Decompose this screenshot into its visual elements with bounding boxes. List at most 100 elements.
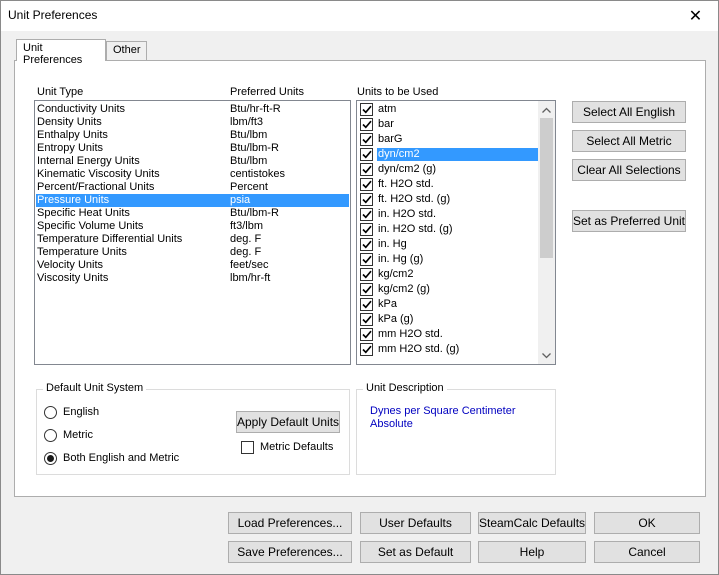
unit-checkbox[interactable] xyxy=(360,118,373,131)
unit-check-item[interactable]: kg/cm2 (g) xyxy=(360,282,539,297)
unit-checkbox[interactable] xyxy=(360,208,373,221)
unit-check-item[interactable]: kg/cm2 xyxy=(360,267,539,282)
unit-check-label: kg/cm2 (g) xyxy=(378,283,430,295)
set-preferred-unit-button[interactable]: Set as Preferred Unit xyxy=(572,210,686,232)
checkmark-icon xyxy=(361,300,372,309)
unit-check-item[interactable]: bar xyxy=(360,117,539,132)
unit-check-label: in. H2O std. xyxy=(378,208,437,220)
preferred-unit-value: lbm/hr-ft xyxy=(230,272,271,284)
close-button[interactable]: ✕ xyxy=(673,1,718,31)
tab-other[interactable]: Other xyxy=(106,41,147,61)
apply-default-units-button[interactable]: Apply Default Units xyxy=(236,411,340,433)
unit-check-label: ft. H2O std. (g) xyxy=(378,193,451,205)
default-unit-system-group: Default Unit System English Metric Both … xyxy=(36,382,350,475)
unit-type-list[interactable]: Conductivity Units Btu/hr-ft-R Density Uni… xyxy=(34,100,351,365)
checkmark-icon xyxy=(361,105,372,114)
unit-type-row[interactable]: Internal Energy Units Btu/lbm xyxy=(36,155,349,168)
load-preferences-button[interactable]: Load Preferences... xyxy=(228,512,352,534)
unit-type-row[interactable]: Kinematic Viscosity Units centistokes xyxy=(36,168,349,181)
preferred-unit-value: deg. F xyxy=(230,246,262,258)
checkmark-icon xyxy=(361,165,372,174)
unit-type-row[interactable]: Conductivity Units Btu/hr-ft-R xyxy=(36,103,349,116)
unit-check-item[interactable]: barG xyxy=(360,132,539,147)
set-as-default-button[interactable]: Set as Default xyxy=(360,541,471,563)
save-preferences-button[interactable]: Save Preferences... xyxy=(228,541,352,563)
unit-checkbox[interactable] xyxy=(360,148,373,161)
unit-check-label: kg/cm2 xyxy=(378,268,414,280)
preferred-unit-value: Btu/lbm xyxy=(230,129,268,141)
select-all-metric-button[interactable]: Select All Metric xyxy=(572,130,686,152)
preferred-unit-value: Btu/lbm-R xyxy=(230,142,279,154)
units-to-use-list[interactable]: mm H2O std. (g) mm H2O std. kPa (g) kPa kg/c… xyxy=(356,100,556,365)
unit-checkbox[interactable] xyxy=(360,343,373,356)
unit-checkbox[interactable] xyxy=(360,268,373,281)
select-all-english-button[interactable]: Select All English xyxy=(572,101,686,123)
unit-checkbox[interactable] xyxy=(360,283,373,296)
unit-type-row[interactable]: Temperature Differential Units deg. F xyxy=(36,233,349,246)
unit-check-item[interactable]: in. Hg xyxy=(360,237,539,252)
radio-english-label: English xyxy=(63,406,100,418)
unit-check-item[interactable]: atm xyxy=(360,102,539,117)
unit-type-row[interactable]: Enthalpy Units Btu/lbm xyxy=(36,129,349,142)
unit-checkbox[interactable] xyxy=(360,253,373,266)
unit-check-label: dyn/cm2 xyxy=(377,148,539,161)
unit-type-row[interactable]: Velocity Units feet/sec xyxy=(36,259,349,272)
unit-check-item[interactable]: dyn/cm2 (g) xyxy=(360,162,539,177)
unit-check-item[interactable]: kPa (g) xyxy=(360,312,539,327)
unit-type-row[interactable]: Temperature Units deg. F xyxy=(36,246,349,259)
unit-checkbox[interactable] xyxy=(360,193,373,206)
unit-check-item[interactable]: in. H2O std. (g) xyxy=(360,222,539,237)
user-defaults-button[interactable]: User Defaults xyxy=(360,512,471,534)
checkmark-icon xyxy=(361,330,372,339)
unit-check-label: in. H2O std. (g) xyxy=(378,223,453,235)
unit-check-item[interactable]: mm H2O std. (g) xyxy=(360,342,539,357)
unit-type-row[interactable]: Specific Heat Units Btu/lbm-R xyxy=(36,207,349,220)
metric-defaults-checkbox[interactable] xyxy=(241,441,254,454)
scroll-thumb[interactable] xyxy=(540,118,553,258)
unit-checkbox[interactable] xyxy=(360,238,373,251)
unit-check-item[interactable]: mm H2O std. xyxy=(360,327,539,342)
radio-english[interactable] xyxy=(44,406,57,419)
ok-button[interactable]: OK xyxy=(594,512,700,534)
radio-metric[interactable] xyxy=(44,429,57,442)
unit-check-item[interactable]: in. Hg (g) xyxy=(360,252,539,267)
unit-type-row[interactable]: Density Units lbm/ft3 xyxy=(36,116,349,129)
unit-type-row[interactable]: Percent/Fractional Units Percent xyxy=(36,181,349,194)
unit-check-item[interactable]: ft. H2O std. (g) xyxy=(360,192,539,207)
unit-checkbox[interactable] xyxy=(360,298,373,311)
unit-checkbox[interactable] xyxy=(360,178,373,191)
checkmark-icon xyxy=(361,210,372,219)
clear-all-selections-button[interactable]: Clear All Selections xyxy=(572,159,686,181)
unit-check-item[interactable]: dyn/cm2 xyxy=(360,147,539,162)
unit-checkbox[interactable] xyxy=(360,313,373,326)
scroll-down-icon[interactable] xyxy=(538,347,555,364)
unit-type-row[interactable]: Entropy Units Btu/lbm-R xyxy=(36,142,349,155)
unit-type-name: Temperature Differential Units xyxy=(37,233,183,245)
tab-unit-preferences[interactable]: Unit Preferences xyxy=(16,39,106,66)
unit-checkbox[interactable] xyxy=(360,328,373,341)
checkmark-icon xyxy=(361,345,372,354)
radio-selected-dot xyxy=(47,455,54,462)
unit-type-header: Unit Type xyxy=(37,86,84,98)
steamcalc-defaults-button[interactable]: SteamCalc Defaults xyxy=(478,512,586,534)
unit-description-line1: Dynes per Square Centimeter xyxy=(370,405,516,417)
unit-type-row[interactable]: Specific Volume Units ft3/lbm xyxy=(36,220,349,233)
units-list-scrollbar[interactable] xyxy=(538,101,555,364)
unit-check-item[interactable]: kPa xyxy=(360,297,539,312)
unit-type-name: Velocity Units xyxy=(37,259,104,271)
radio-both[interactable] xyxy=(44,452,57,465)
preferred-unit-value: Btu/hr-ft-R xyxy=(230,103,281,115)
unit-checkbox[interactable] xyxy=(360,133,373,146)
unit-check-item[interactable]: ft. H2O std. xyxy=(360,177,539,192)
unit-type-row[interactable]: Pressure Units psia xyxy=(36,194,349,207)
unit-check-label: in. Hg xyxy=(378,238,407,250)
unit-check-item[interactable]: in. H2O std. xyxy=(360,207,539,222)
unit-checkbox[interactable] xyxy=(360,223,373,236)
unit-checkbox[interactable] xyxy=(360,163,373,176)
help-button[interactable]: Help xyxy=(478,541,586,563)
scroll-up-icon[interactable] xyxy=(538,101,555,118)
unit-type-row[interactable]: Viscosity Units lbm/hr-ft xyxy=(36,272,349,285)
checkmark-icon xyxy=(361,315,372,324)
cancel-button[interactable]: Cancel xyxy=(594,541,700,563)
unit-checkbox[interactable] xyxy=(360,103,373,116)
